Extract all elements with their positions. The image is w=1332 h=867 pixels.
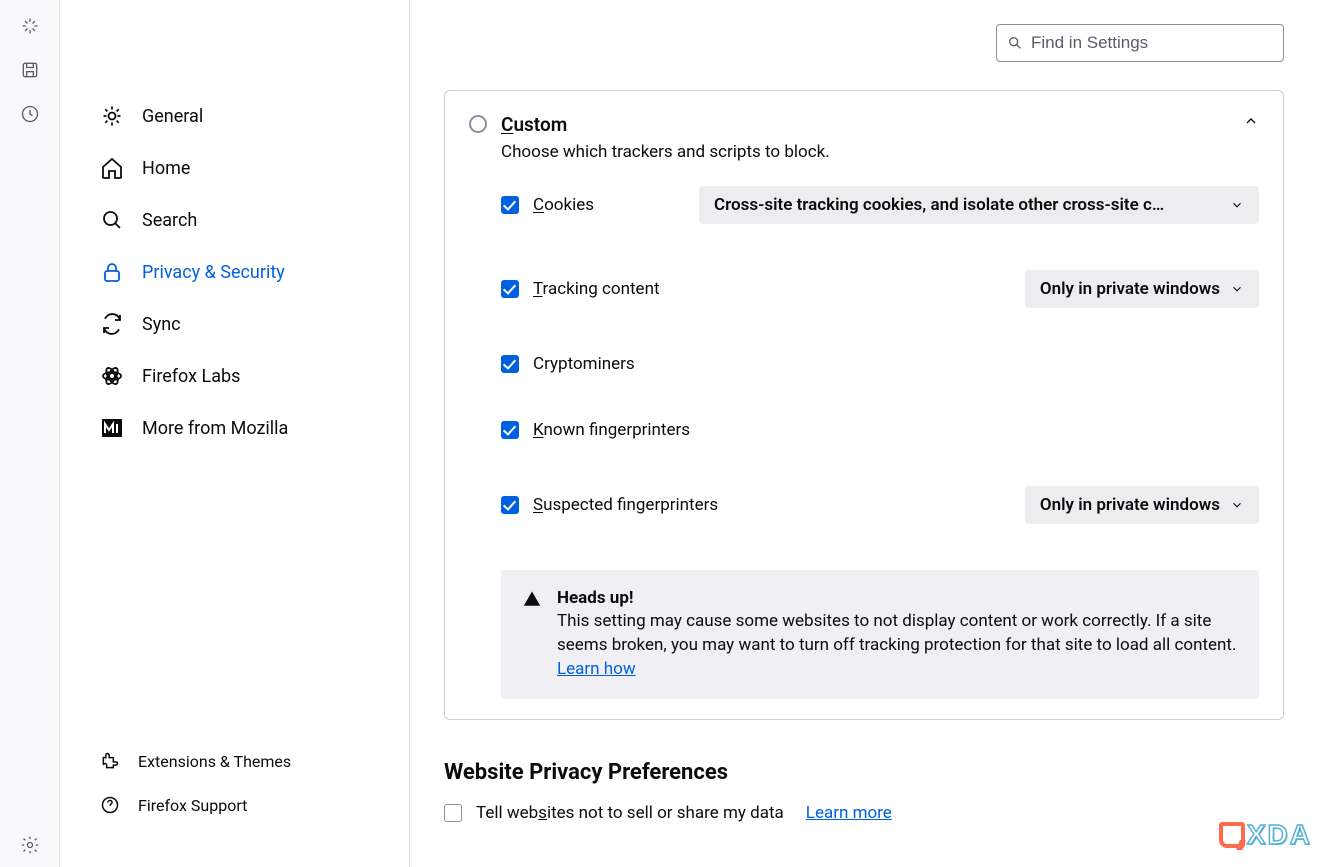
collapse-icon[interactable] [1243,113,1259,129]
suspected-fp-checkbox[interactable] [501,496,519,514]
sidebar-item-general[interactable]: General [92,90,377,142]
learn-how-link[interactable]: Learn how [557,659,636,679]
sidebar-label: Firefox Labs [142,366,240,387]
xda-watermark: XDA [1219,819,1312,851]
sidebar-label: General [142,106,203,127]
tracking-dropdown[interactable]: Only in private windows [1025,270,1259,308]
chevron-down-icon [1230,198,1244,212]
sidebar-item-privacy[interactable]: Privacy & Security [92,246,377,298]
sidebar-label: Privacy & Security [142,262,285,283]
settings-gear-icon[interactable] [20,835,40,855]
info-title: Heads up! [557,588,1237,608]
crypto-checkbox[interactable] [501,355,519,373]
sidebar-item-search[interactable]: Search [92,194,377,246]
watermark-icon [1219,822,1245,848]
chevron-down-icon [1230,498,1244,512]
puzzle-icon [100,751,120,771]
cookies-checkbox[interactable] [501,196,519,214]
home-icon [100,156,124,180]
known-fp-checkbox[interactable] [501,421,519,439]
search-icon [100,208,124,232]
ai-chat-icon[interactable] [20,16,40,36]
save-icon[interactable] [20,60,40,80]
info-text: This setting may cause some websites to … [557,610,1237,681]
sidebar-label: Home [142,158,190,179]
tracking-checkbox[interactable] [501,280,519,298]
sidebar-item-support[interactable]: Firefox Support [92,783,377,827]
browser-sidebar-rail [0,0,60,867]
sidebar-label: Firefox Support [138,796,247,815]
chevron-down-icon [1230,282,1244,296]
custom-subtitle: Choose which trackers and scripts to blo… [501,142,830,162]
crypto-row: Cryptominers [501,354,1259,374]
lock-icon [100,260,124,284]
custom-radio[interactable] [469,115,487,133]
history-icon[interactable] [20,104,40,124]
labs-icon [100,364,124,388]
cookies-dropdown[interactable]: Cross-site tracking cookies, and isolate… [699,186,1259,224]
tracking-row: Tracking content Only in private windows [501,270,1259,308]
settings-sidebar: General Home Search Privacy & Security S… [60,0,410,867]
sidebar-item-extensions[interactable]: Extensions & Themes [92,739,377,783]
search-input[interactable] [1031,33,1273,53]
gear-icon [100,104,124,128]
tell-sites-row: Tell websites not to sell or share my da… [444,803,1284,823]
sidebar-item-more-mozilla[interactable]: More from Mozilla [92,402,377,454]
suspected-fp-row: Suspected fingerprinters Only in private… [501,486,1259,524]
known-fp-row: Known fingerprinters [501,420,1259,440]
mozilla-icon [100,416,124,440]
custom-protection-card: Custom Choose which trackers and scripts… [444,90,1284,720]
settings-main: Custom Choose which trackers and scripts… [410,0,1332,867]
sidebar-label: Sync [142,314,181,335]
website-privacy-heading: Website Privacy Preferences [444,760,1284,785]
custom-title: Custom [501,113,830,136]
sidebar-label: Search [142,210,197,231]
sidebar-item-sync[interactable]: Sync [92,298,377,350]
cookies-row: Cookies Cross-site tracking cookies, and… [501,186,1259,224]
learn-more-link[interactable]: Learn more [806,803,892,823]
warning-icon [523,590,541,608]
sidebar-label: More from Mozilla [142,418,288,439]
settings-search[interactable] [996,24,1284,62]
sidebar-item-labs[interactable]: Firefox Labs [92,350,377,402]
suspected-fp-dropdown[interactable]: Only in private windows [1025,486,1259,524]
tell-sites-label: Tell websites not to sell or share my da… [476,803,784,823]
help-icon [100,795,120,815]
tell-sites-checkbox[interactable] [444,804,462,822]
crypto-label: Cryptominers [533,354,1259,374]
known-fp-label: Known fingerprinters [533,420,1259,440]
sidebar-label: Extensions & Themes [138,752,291,771]
heads-up-info: Heads up! This setting may cause some we… [501,570,1259,699]
search-icon [1007,35,1023,51]
tracking-label: Tracking content [533,279,1011,299]
sidebar-item-home[interactable]: Home [92,142,377,194]
sync-icon [100,312,124,336]
suspected-fp-label: Suspected fingerprinters [533,495,1011,515]
cookies-label: Cookies [533,195,685,215]
